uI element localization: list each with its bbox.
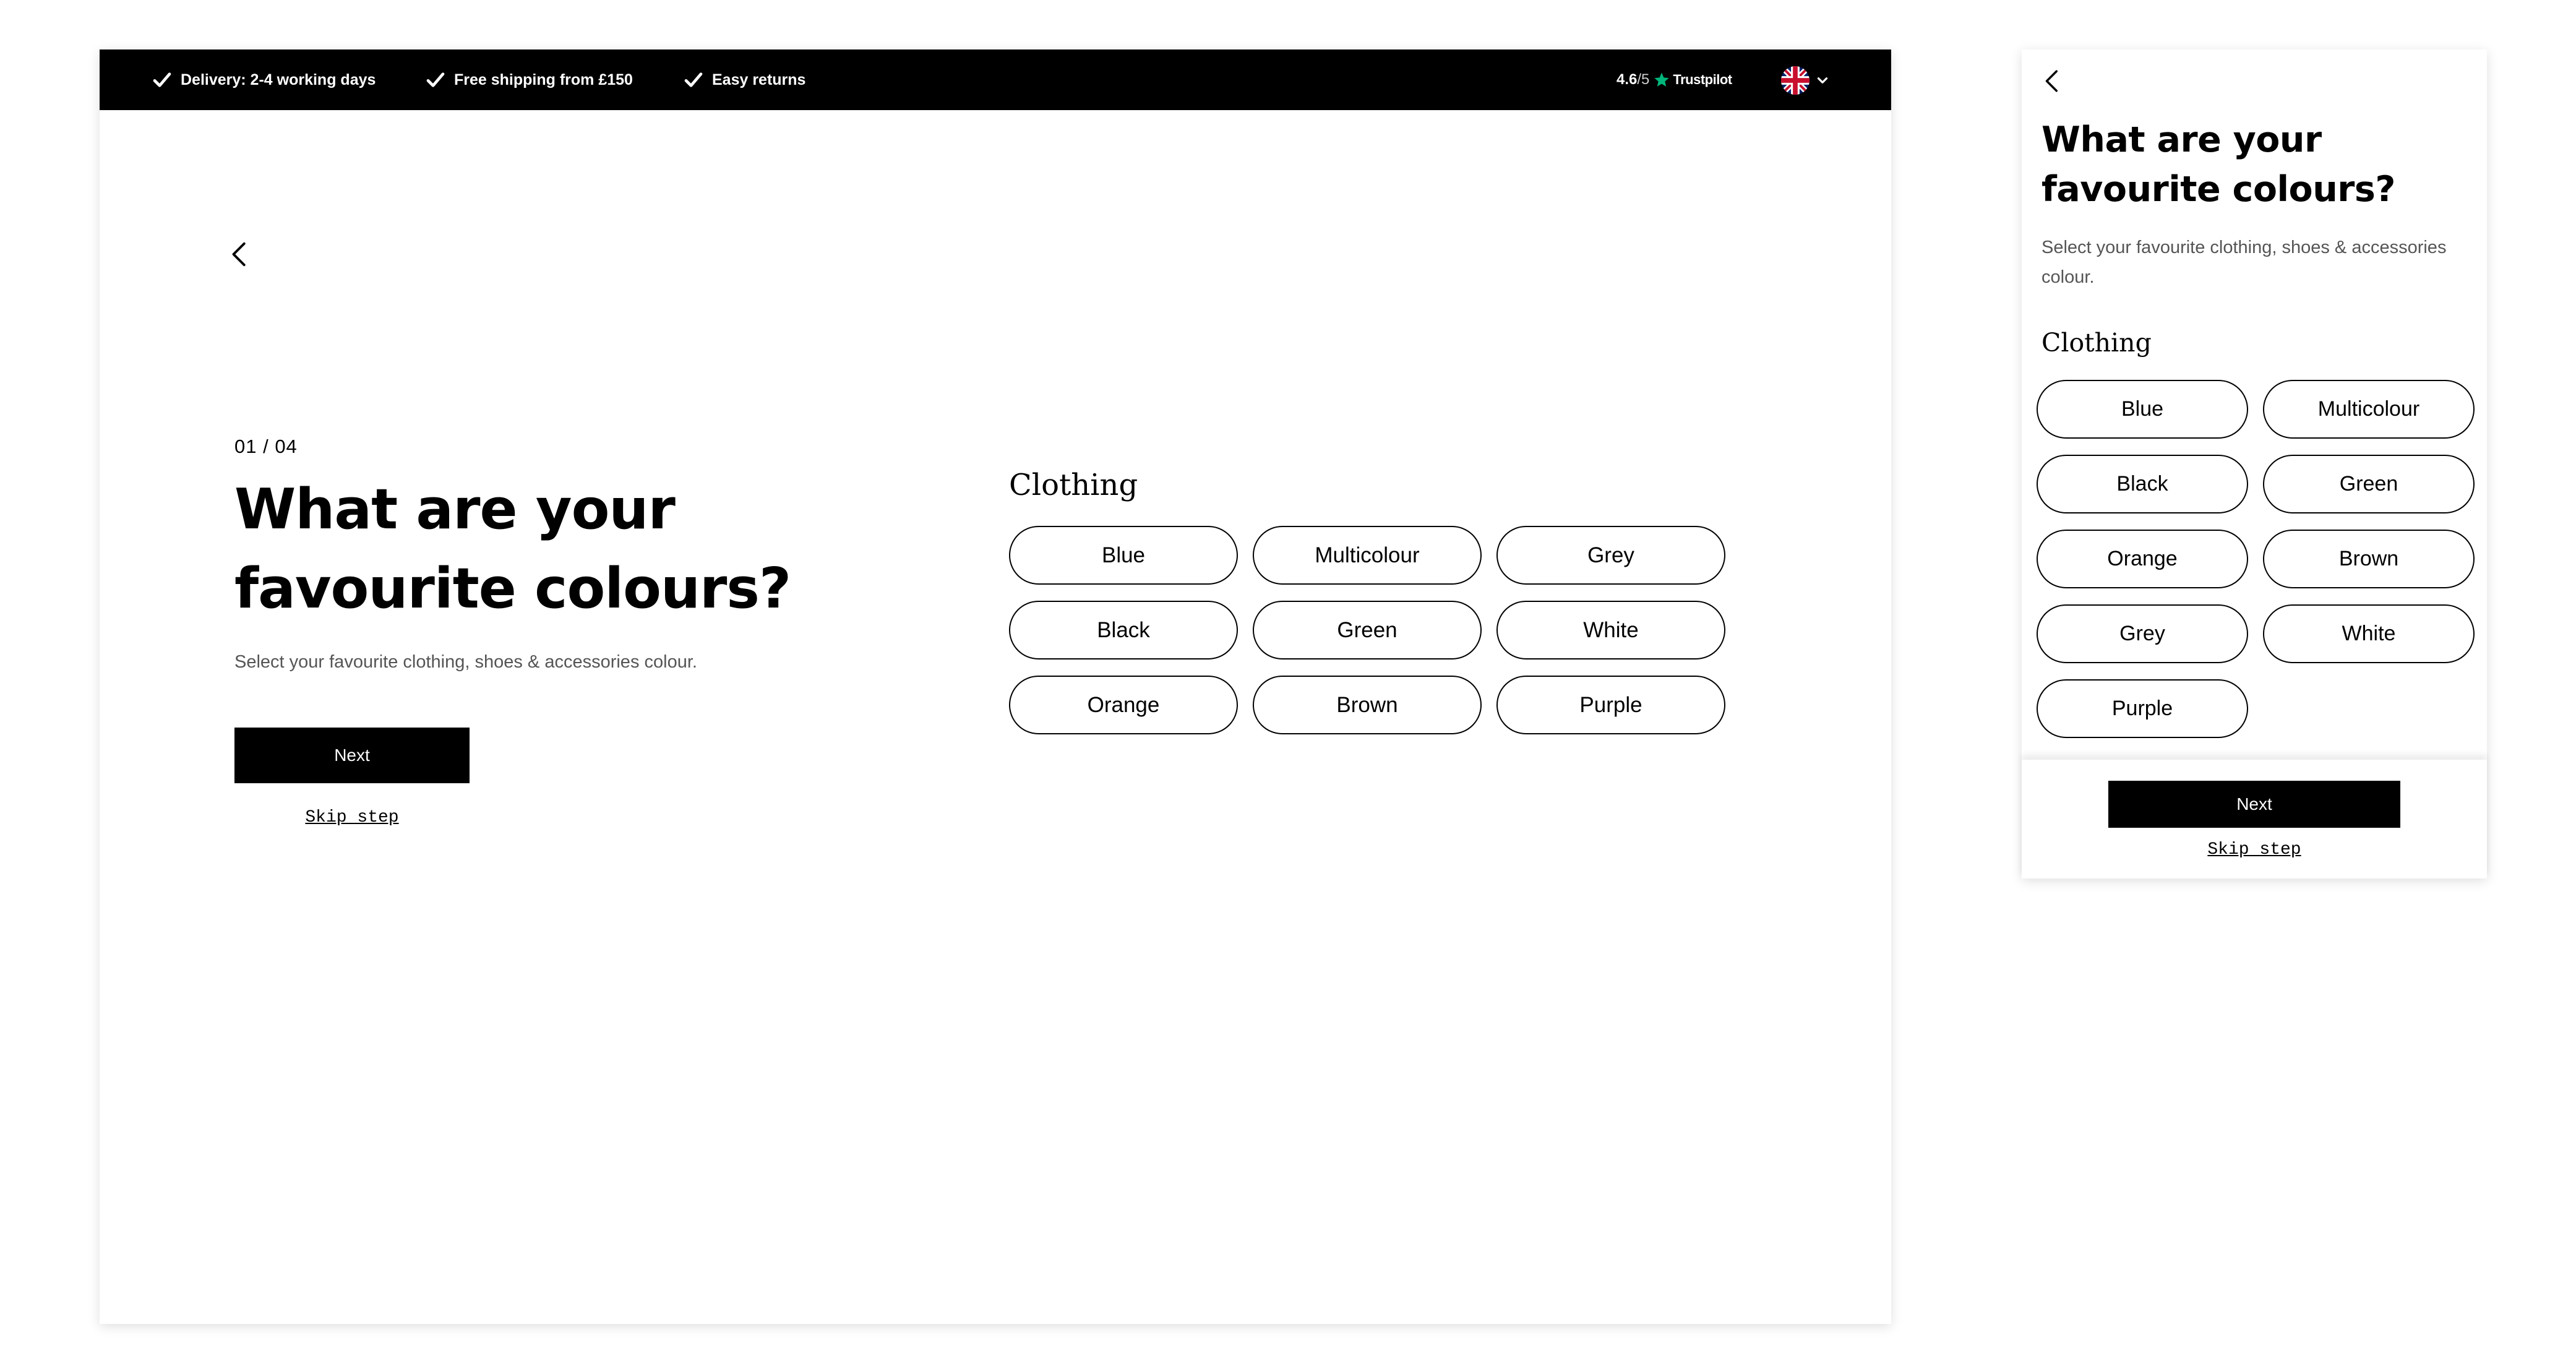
colour-option-black[interactable]: Black xyxy=(2037,455,2248,513)
colour-option-blue[interactable]: Blue xyxy=(1009,526,1238,585)
trustpilot-rating[interactable]: 4.6 /5 Trustpilot xyxy=(1616,49,1732,110)
page-subtitle: Select your favourite clothing, shoes & … xyxy=(234,652,697,672)
colour-option-orange[interactable]: Orange xyxy=(1009,676,1238,734)
page-title: What are your favourite colours? xyxy=(234,477,791,621)
check-icon xyxy=(426,72,445,87)
step-counter: 01 / 04 xyxy=(234,436,298,457)
colour-option-green[interactable]: Green xyxy=(1253,601,1482,659)
desktop-frame: Delivery: 2-4 working days Free shipping… xyxy=(100,49,1891,1324)
page-title: What are your favourite colours? xyxy=(2041,119,2395,210)
colour-option-green[interactable]: Green xyxy=(2263,455,2475,513)
usp-shipping-text: Free shipping from £150 xyxy=(454,71,633,88)
back-arrow-icon[interactable] xyxy=(2040,68,2066,94)
mobile-frame: What are your favourite colours? Select … xyxy=(2022,49,2487,878)
check-icon xyxy=(684,72,703,87)
colour-option-grey[interactable]: Grey xyxy=(1496,526,1725,585)
chevron-down-icon xyxy=(1817,77,1828,84)
trustpilot-brand: Trustpilot xyxy=(1673,72,1732,87)
colour-option-brown[interactable]: Brown xyxy=(2263,530,2475,588)
rating-scale: /5 xyxy=(1637,71,1650,88)
clothing-group-label: Clothing xyxy=(2041,328,2152,358)
colour-option-multicolour[interactable]: Multicolour xyxy=(1253,526,1482,585)
colour-option-grey[interactable]: Grey xyxy=(2037,604,2248,663)
colour-options-grid: Blue Multicolour Black Green Orange Brow… xyxy=(2037,380,2477,738)
clothing-group-label: Clothing xyxy=(1009,468,1138,502)
rating-score: 4.6 xyxy=(1616,71,1638,88)
sticky-footer: Next Skip step xyxy=(2022,760,2487,878)
colour-option-multicolour[interactable]: Multicolour xyxy=(2263,380,2475,439)
usp-top-bar: Delivery: 2-4 working days Free shipping… xyxy=(100,49,1891,110)
colour-option-purple[interactable]: Purple xyxy=(1496,676,1725,734)
usp-delivery-text: Delivery: 2-4 working days xyxy=(181,71,376,88)
colour-option-blue[interactable]: Blue xyxy=(2037,380,2248,439)
check-icon xyxy=(153,72,171,87)
skip-step-link[interactable]: Skip step xyxy=(2108,840,2400,859)
next-button[interactable]: Next xyxy=(2108,781,2400,828)
next-button[interactable]: Next xyxy=(234,728,470,783)
colour-options-grid: Blue Multicolour Grey Black Green White … xyxy=(1009,526,1745,734)
page-subtitle: Select your favourite clothing, shoes & … xyxy=(2041,238,2447,287)
colour-option-purple[interactable]: Purple xyxy=(2037,679,2248,738)
usp-shipping: Free shipping from £150 xyxy=(426,49,633,110)
usp-returns: Easy returns xyxy=(684,49,805,110)
back-arrow-icon[interactable] xyxy=(226,240,255,268)
colour-option-black[interactable]: Black xyxy=(1009,601,1238,659)
colour-option-white[interactable]: White xyxy=(2263,604,2475,663)
skip-step-link[interactable]: Skip step xyxy=(234,808,470,827)
colour-option-white[interactable]: White xyxy=(1496,601,1725,659)
colour-option-brown[interactable]: Brown xyxy=(1253,676,1482,734)
colour-option-orange[interactable]: Orange xyxy=(2037,530,2248,588)
usp-returns-text: Easy returns xyxy=(712,71,806,88)
language-selector[interactable] xyxy=(1781,66,1831,95)
usp-delivery: Delivery: 2-4 working days xyxy=(152,49,376,110)
uk-flag-icon xyxy=(1781,66,1810,95)
trustpilot-star-icon xyxy=(1654,72,1670,87)
